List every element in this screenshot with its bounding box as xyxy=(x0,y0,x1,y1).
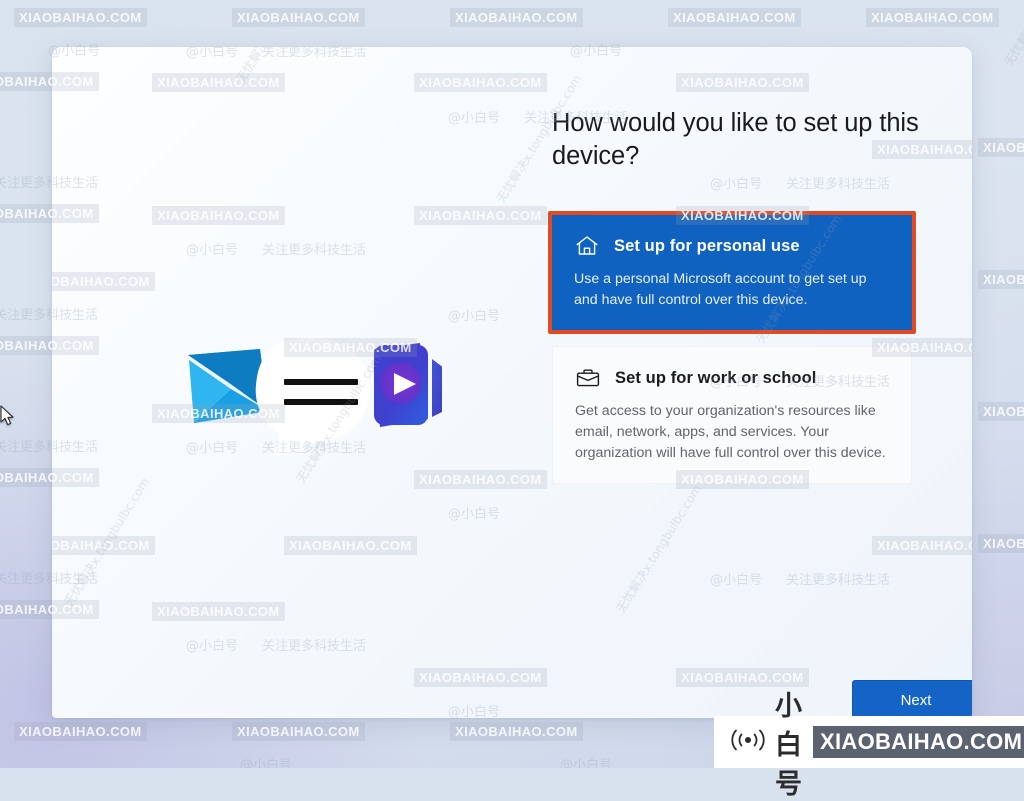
watermark-cn-tagline: 关注更多科技生活 xyxy=(786,573,891,588)
broadcast-icon xyxy=(730,727,766,758)
watermark-cn-brand: @小白号 xyxy=(186,47,239,60)
watermark-cn-tagline: 关注更多科技生活 xyxy=(262,47,367,60)
option-header: Set up for personal use xyxy=(574,233,890,259)
option-description: Use a personal Microsoft account to get … xyxy=(574,271,867,308)
site-logo-bar: 小白号 XIAOBAIHAO.COM xyxy=(714,691,1024,800)
watermark-domain: XIAOBAIHAO.COM xyxy=(152,206,285,225)
setup-content: How would you like to set up this device… xyxy=(548,107,932,485)
watermark-cn-diagonal: 无忧解决x.tongbulbc.com xyxy=(232,47,325,86)
option-label: Set up for work or school xyxy=(615,368,817,387)
watermark-cn-tagline: 关注更多科技生活 xyxy=(262,639,367,654)
watermark-cn-brand: @小白号 xyxy=(710,573,763,588)
logo-cn-text: 小白号 xyxy=(775,690,804,800)
watermark-cn-brand: @小白号 xyxy=(448,309,501,324)
option-description: Get access to your organization's resour… xyxy=(575,403,886,461)
watermark-cn-tagline: 关注更多科技生活 xyxy=(262,243,367,258)
communication-apps-illustration xyxy=(132,327,448,457)
watermark-cn-brand: @小白号 xyxy=(448,705,501,718)
watermark-cn-brand: @小白号 xyxy=(448,111,501,126)
option-header: Set up for work or school xyxy=(575,365,889,391)
watermark-domain: XIAOBAIHAO.COM xyxy=(676,73,809,92)
watermark-domain: XIAOBAIHAO.COM xyxy=(414,668,547,687)
watermark-domain: XIAOBAIHAO.COM xyxy=(152,602,285,621)
watermark-domain: XIAOBAIHAO.COM xyxy=(414,73,547,92)
watermark-cn-diagonal: 无忧解决x.tongbulbc.com xyxy=(613,482,705,616)
watermark-domain: XIAOBAIHAO.COM xyxy=(152,73,285,92)
watermark-domain: XIAOBAIHAO.COM xyxy=(872,536,972,555)
watermark-cn-brand: @小白号 xyxy=(448,507,501,522)
watermark-domain: XIAOBAIHAO.COM xyxy=(414,470,547,489)
mouse-cursor xyxy=(0,405,16,427)
page-title: How would you like to set up this device… xyxy=(552,109,919,171)
watermark-domain: XIAOBAIHAO.COM xyxy=(52,536,155,555)
speech-bubble-icon xyxy=(255,337,370,456)
option-label: Set up for personal use xyxy=(614,236,800,255)
watermark-domain: XIAOBAIHAO.COM xyxy=(52,272,155,291)
watermark-domain: XIAOBAIHAO.COM xyxy=(414,206,547,225)
watermark-cn-brand: @小白号 xyxy=(186,639,239,654)
setup-window: How would you like to set up this device… xyxy=(52,47,972,718)
home-icon xyxy=(574,233,600,259)
option-card-work-or-school[interactable]: Set up for work or school Get access to … xyxy=(552,346,912,485)
option-card-personal[interactable]: Set up for personal use Use a personal M… xyxy=(548,211,916,335)
next-button[interactable]: Next xyxy=(852,680,972,718)
watermark-domain: XIAOBAIHAO.COM xyxy=(284,536,417,555)
logo-domain-text: XIAOBAIHAO.COM xyxy=(813,726,1024,758)
briefcase-icon xyxy=(575,365,601,391)
watermark-cn-brand: @小白号 xyxy=(186,243,239,258)
video-camera-icon xyxy=(374,343,448,427)
